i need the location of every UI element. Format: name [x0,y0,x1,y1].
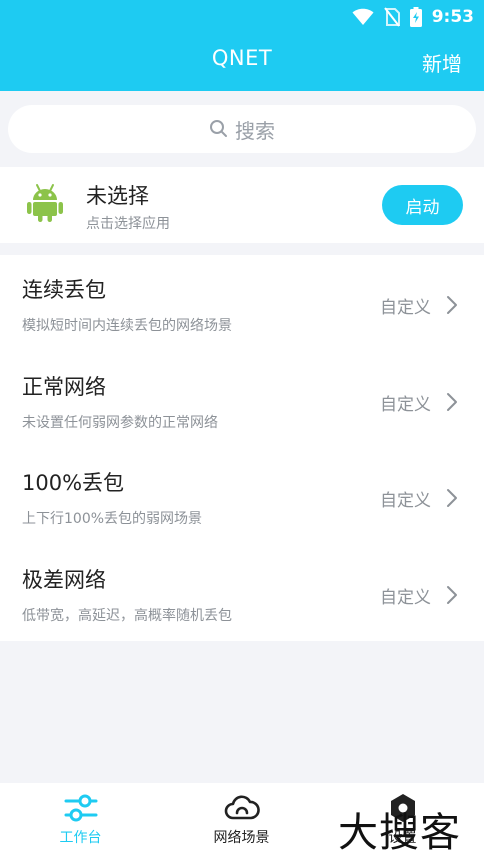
cloud-icon [224,795,260,820]
search-input[interactable]: 搜索 [8,105,476,153]
watermark-text: 大搜客 [338,810,461,856]
scene-item-normal-network[interactable]: 正常网络 未设置任何弱网参数的正常网络 自定义 [0,352,484,449]
tab-network-scenes[interactable]: 网络场景 [161,783,322,860]
tab-label: 工作台 [59,830,102,846]
scene-description: 模拟短时间内连续丢包的网络场景 [22,318,232,334]
app-bar: QNET 新增 [0,34,484,91]
app-name: 未选择 [86,184,149,208]
scene-customize[interactable]: 自定义 [380,390,431,415]
status-time: 9:53 [431,7,474,27]
status-bar: 9:53 [0,0,484,34]
app-title: QNET [211,46,273,70]
scene-customize[interactable]: 自定义 [380,583,431,608]
scene-title: 连续丢包 [22,278,106,302]
search-icon [210,120,227,137]
battery-charging-icon [409,7,422,27]
scene-item-full-loss[interactable]: 100%丢包 上下行100%丢包的弱网场景 自定义 [0,448,484,545]
scene-item-continuous-loss[interactable]: 连续丢包 模拟短时间内连续丢包的网络场景 自定义 [0,255,484,352]
wifi-icon [352,8,374,25]
tab-workbench[interactable]: 工作台 [0,783,161,860]
tab-label: 网络场景 [213,830,270,846]
app-select-row[interactable]: 未选择 点击选择应用 启动 [0,167,484,243]
add-button[interactable]: 新增 [422,48,462,77]
search-section: 搜索 [0,91,484,167]
search-placeholder: 搜索 [235,118,275,143]
scene-title: 正常网络 [22,374,106,399]
scene-customize[interactable]: 自定义 [380,486,431,511]
scene-description: 未设置任何弱网参数的正常网络 [22,414,218,431]
scene-description: 低带宽，高延迟，高概率随机丢包 [22,607,232,624]
scene-list: 连续丢包 模拟短时间内连续丢包的网络场景 自定义 正常网络 未设置任何弱网参数的… [0,255,484,641]
chevron-right-icon [447,489,457,507]
scene-customize[interactable]: 自定义 [380,293,431,318]
chevron-right-icon [447,585,457,604]
sliders-icon [64,794,97,822]
android-icon [27,184,63,222]
no-sim-icon [383,7,400,27]
scene-title: 极差网络 [22,567,106,592]
scene-title: 100%丢包 [22,471,125,495]
app-hint: 点击选择应用 [86,216,170,232]
chevron-right-icon [447,392,457,411]
chevron-right-icon [447,296,457,314]
scene-item-poor-network[interactable]: 极差网络 低带宽，高延迟，高概率随机丢包 自定义 [0,545,484,642]
scene-description: 上下行100%丢包的弱网场景 [22,511,203,527]
start-button[interactable]: 启动 [382,185,463,225]
